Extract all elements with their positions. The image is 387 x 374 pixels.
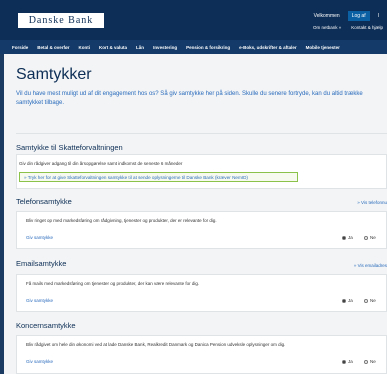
top-link-i[interactable]: I [374, 11, 383, 21]
main-content: Samtykker Vil du have mest muligt ud af … [4, 54, 387, 374]
email-no-radio[interactable]: Ne [364, 298, 376, 303]
radio-selected-icon [342, 235, 346, 240]
nav-konti[interactable]: Konti [79, 45, 91, 50]
about-netbank-link[interactable]: Om netbank » [313, 25, 341, 30]
yes-label: Ja [348, 359, 353, 364]
koncern-no-radio[interactable]: Ne [364, 359, 376, 364]
welcome-link[interactable]: Velkommen [310, 11, 344, 21]
email-show-addresses-link[interactable]: » Vis emailadres [354, 263, 387, 268]
telefon-card [16, 211, 387, 249]
radio-selected-icon [342, 298, 346, 303]
intro-text: Vil du have mest muligt ud af dit engage… [16, 91, 363, 106]
koncern-yes-radio[interactable]: Ja [342, 359, 353, 364]
header: Danske Bank Velkommen Log af I Om netban… [0, 0, 387, 54]
telefon-consent-label: Giv samtykke [26, 235, 54, 240]
telefon-description: Bliv ringet op med markedsføring om rådg… [26, 218, 217, 223]
no-label: Ne [370, 235, 376, 240]
email-yes-radio[interactable]: Ja [342, 298, 353, 303]
no-label: Ne [370, 359, 376, 364]
nav-forside[interactable]: Forside [12, 45, 28, 50]
nav-eboks-udskrifter-aftaler[interactable]: e-Boks, udskrifter & aftaler [239, 45, 297, 50]
nav-betal-overfor[interactable]: Betal & overfør [37, 45, 69, 50]
radio-selected-icon [342, 359, 346, 364]
contact-help-link[interactable]: Kontakt & hjælp [351, 25, 383, 30]
nav-investering[interactable]: Investering [153, 45, 177, 50]
nav-pension-forsikring[interactable]: Pension & forsikring [186, 45, 230, 50]
logout-button[interactable]: Log af [347, 11, 370, 21]
telefon-yes-radio[interactable]: Ja [342, 235, 353, 240]
koncern-card [16, 335, 387, 374]
yes-label: Ja [348, 298, 353, 303]
nav-lan[interactable]: Lån [136, 45, 144, 50]
nav-kort-valuta[interactable]: Kort & valuta [99, 45, 127, 50]
nav-mobile-tjenester[interactable]: Mobile tjenester [306, 45, 340, 50]
skat-info-text: Giv din rådgiver adgang til din årsopgør… [19, 161, 183, 166]
email-description: Få mails med markedsføring om tjenester … [26, 281, 200, 286]
sub-links: Om netbank » Kontakt & hjælp [313, 25, 383, 30]
skat-consent-link[interactable]: » Tryk her for at give Skatteforvaltning… [19, 172, 298, 182]
radio-icon [364, 235, 368, 240]
section-divider [16, 133, 387, 134]
danske-bank-logo[interactable]: Danske Bank [17, 12, 105, 29]
koncern-description: Bliv rådgivet om hele din økonomi ved at… [26, 342, 286, 347]
email-section-title: Emailsamtykke [16, 259, 67, 268]
telefon-no-radio[interactable]: Ne [364, 235, 376, 240]
skat-consent-link-text[interactable]: » Tryk her for at give Skatteforvaltning… [24, 175, 248, 180]
skat-section-title: Samtykke til Skatteforvaltningen [16, 143, 123, 152]
telefon-show-numbers-link[interactable]: » Vis telefonnu [357, 200, 387, 205]
no-label: Ne [370, 298, 376, 303]
top-links: Velkommen Log af I [310, 11, 383, 21]
koncern-section-title: Koncernsamtykke [16, 321, 76, 330]
email-card [16, 274, 387, 312]
koncern-consent-label: Giv samtykke [26, 359, 54, 364]
telefon-section-title: Telefonsamtykke [16, 197, 72, 206]
yes-label: Ja [348, 235, 353, 240]
radio-icon [364, 359, 368, 364]
email-consent-label: Giv samtykke [26, 298, 54, 303]
page-title: Samtykker [16, 66, 92, 83]
radio-icon [364, 298, 368, 303]
main-navigation: Forside Betal & overfør Konti Kort & val… [0, 40, 387, 54]
